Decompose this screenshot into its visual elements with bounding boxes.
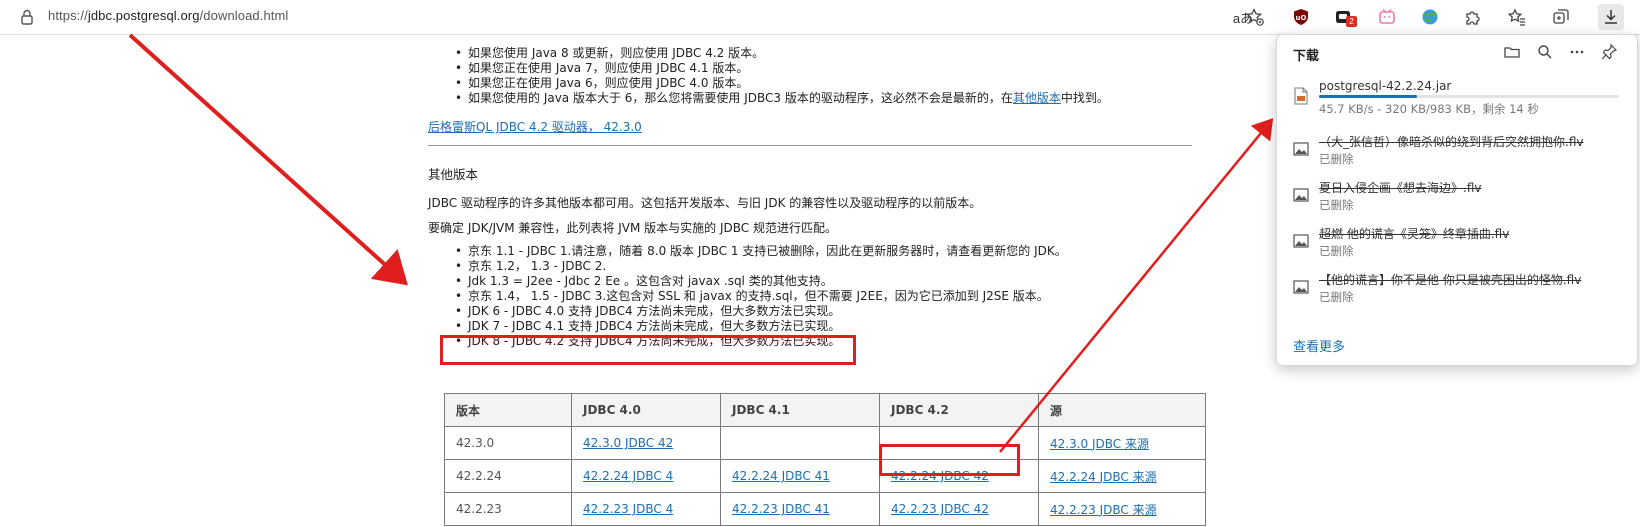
download-filename: （大_张信哲）像暗杀似的绕到背后突然拥抱你.flv [1319,135,1584,149]
lock-icon[interactable] [18,8,36,26]
download-filename: 夏日入侵企画《想去海边》.flv [1319,181,1482,195]
section-heading: 其他版本 [428,167,479,182]
download-link[interactable]: 42.2.23 JDBC 4 [583,502,673,516]
image-file-icon [1293,187,1309,205]
download-filename: 【他的谎言】你不是他 你只是被壳困出的怪物.flv [1319,273,1582,287]
table-cell: 42.2.24 [444,459,572,493]
list-item: 如果您使用 Java 8 或更新，则应使用 JDBC 4.2 版本。 [448,46,1109,61]
table-cell: 42.2.23 JDBC 42 [879,492,1039,526]
list-item: 京东 1.4， 1.5 - JDBC 3.这包含对 SSL 和 javax 的支… [448,289,1067,304]
versions-table: 版本 JDBC 4.0 JDBC 4.1 JDBC 4.2 源 42.3.0 4… [444,393,1206,526]
list-item: Jdk 1.3 = J2ee - Jdbc 2 Ee 。这包含对 javax .… [448,274,1067,289]
download-item[interactable]: 夏日入侵企画《想去海边》.flv 已删除 [1277,179,1637,225]
extensions-puzzle-icon[interactable] [1462,6,1484,28]
other-versions-link[interactable]: 其他版本 [1013,91,1061,105]
bilibili-icon[interactable] [1376,6,1398,28]
java-version-list: 如果您使用 Java 8 或更新，则应使用 JDBC 4.2 版本。 如果您正在… [448,46,1109,106]
table-cell: 42.2.24 JDBC 4 [571,459,721,493]
downloads-title: 下载 [1293,49,1320,64]
source-link[interactable]: 42.2.23 JDBC 来源 [1050,503,1157,517]
image-file-icon [1293,279,1309,297]
list-item: JDK 6 - JDBC 4.0 支持 JDBC4 方法尚未完成，但大多数方法已… [448,304,1067,319]
download-item[interactable]: 超燃 他的谎言《灵笼》终章插曲.flv 已删除 [1277,225,1637,271]
download-link[interactable]: 42.3.0 JDBC 42 [583,436,673,450]
download-status: 45.7 KB/s - 320 KB/983 KB，剩余 14 秒 [1319,102,1539,116]
favorites-icon[interactable] [1506,6,1528,28]
download-item-active[interactable]: postgresql-42.2.24.jar 45.7 KB/s - 320 K… [1277,79,1637,125]
add-favorite-icon[interactable] [1244,6,1266,28]
bullet-text: 如果您使用的 Java 版本大于 6，那么您将需要使用 JDBC3 版本的驱动程… [468,91,1013,105]
download-status: 已删除 [1319,198,1354,212]
list-item: 如果您使用的 Java 版本大于 6，那么您将需要使用 JDBC3 版本的驱动程… [448,91,1109,106]
download-item[interactable]: （大_张信哲）像暗杀似的绕到背后突然拥抱你.flv 已删除 [1277,133,1637,179]
download-filename: postgresql-42.2.24.jar [1319,79,1452,93]
list-item: 京东 1.2， 1.3 - JDBC 2. [448,259,1067,274]
download-progress [1319,95,1619,98]
table-header: 版本 [444,393,572,427]
download-item[interactable]: 【他的谎言】你不是他 你只是被壳困出的怪物.flv 已删除 [1277,271,1637,317]
ublock-icon[interactable]: uO [1290,6,1312,28]
image-file-icon [1293,233,1309,251]
list-item: 如果您正在使用 Java 7，则应使用 JDBC 4.1 版本。 [448,61,1109,76]
highlight-box-jdk8 [440,335,856,365]
list-item: JDK 7 - JDBC 4.1 支持 JDBC4 方法尚未完成，但大多数方法已… [448,319,1067,334]
list-item: 京东 1.1 - JDBC 1.请注意，随着 8.0 版本 JDBC 1 支持已… [448,244,1067,259]
table-cell: 42.2.23 JDBC 41 [720,492,880,526]
list-item: 如果您正在使用 Java 6，则应使用 JDBC 4.0 版本。 [448,76,1109,91]
table-cell: 42.2.24 JDBC 41 [720,459,880,493]
extension-badge: 2 [1346,16,1357,27]
table-header: JDBC 4.0 [571,393,721,427]
table-cell: 42.2.23 JDBC 4 [571,492,721,526]
table-row: 42.2.24 42.2.24 JDBC 4 42.2.24 JDBC 41 4… [444,459,1206,493]
pin-icon[interactable] [1600,43,1618,61]
download-link[interactable]: 42.2.23 JDBC 42 [891,502,989,516]
download-link[interactable]: 42.2.24 JDBC 4 [583,469,673,483]
divider [428,145,1192,146]
image-file-icon [1293,141,1309,159]
url-domain: jdbc.postgresql.org [87,8,200,23]
highlight-box-download [879,444,1020,476]
address-bar[interactable]: https://jdbc.postgresql.org/download.htm… [48,8,288,23]
table-cell: 42.3.0 JDBC 42 [571,426,721,460]
source-link[interactable]: 42.2.24 JDBC 来源 [1050,470,1157,484]
svg-text:uO: uO [1296,14,1307,22]
download-link[interactable]: 42.2.23 JDBC 41 [732,502,830,516]
table-header-row: 版本 JDBC 4.0 JDBC 4.1 JDBC 4.2 源 [444,393,1206,427]
table-cell: 42.2.24 JDBC 来源 [1038,459,1206,493]
source-link[interactable]: 42.3.0 JDBC 来源 [1050,437,1149,451]
browser-toolbar: https://jdbc.postgresql.org/download.htm… [0,0,1640,35]
download-status: 已删除 [1319,244,1354,258]
jdbc-driver-link[interactable]: 后格雷斯QL JDBC 4.2 驱动器， 42.3.0 [428,118,642,135]
download-status: 已删除 [1319,290,1354,304]
table-cell: 42.2.23 [444,492,572,526]
url-path: /download.html [199,8,289,23]
bullet-text: 中找到。 [1060,91,1109,105]
download-link[interactable]: 42.2.24 JDBC 41 [732,469,830,483]
more-options-icon[interactable] [1568,43,1586,61]
table-header: 源 [1038,393,1206,427]
table-row: 42.3.0 42.3.0 JDBC 42 42.3.0 JDBC 来源 [444,426,1206,460]
table-cell: 42.3.0 [444,426,572,460]
url-scheme: https:// [48,8,88,23]
search-icon[interactable] [1536,43,1554,61]
see-more-link[interactable]: 查看更多 [1293,336,1345,355]
download-status: 已删除 [1319,152,1354,166]
jdk-list: 京东 1.1 - JDBC 1.请注意，随着 8.0 版本 JDBC 1 支持已… [448,244,1067,349]
table-row: 42.2.23 42.2.23 JDBC 4 42.2.23 JDBC 41 4… [444,492,1206,526]
table-cell [720,426,880,460]
folder-icon[interactable] [1503,43,1521,61]
globe-extension-icon[interactable] [1419,6,1441,28]
paragraph: JDBC 驱动程序的许多其他版本都可用。这包括开发版本、与旧 JDK 的兼容性以… [428,196,982,210]
collections-icon[interactable] [1550,6,1572,28]
table-cell: 42.3.0 JDBC 来源 [1038,426,1206,460]
downloads-panel: 下载 postgresql-42.2.24.jar 45.7 KB/s - 32… [1276,34,1638,366]
table-header: JDBC 4.1 [720,393,880,427]
download-filename: 超燃 他的谎言《灵笼》终章插曲.flv [1319,227,1510,241]
table-cell: 42.2.23 JDBC 来源 [1038,492,1206,526]
download-icon[interactable] [1598,4,1624,30]
download-progress-fill [1319,95,1417,98]
table-header: JDBC 4.2 [879,393,1039,427]
jar-file-icon [1293,87,1309,105]
paragraph: 要确定 JDK/JVM 兼容性，此列表将 JVM 版本与实施的 JDBC 规范进… [428,221,837,235]
